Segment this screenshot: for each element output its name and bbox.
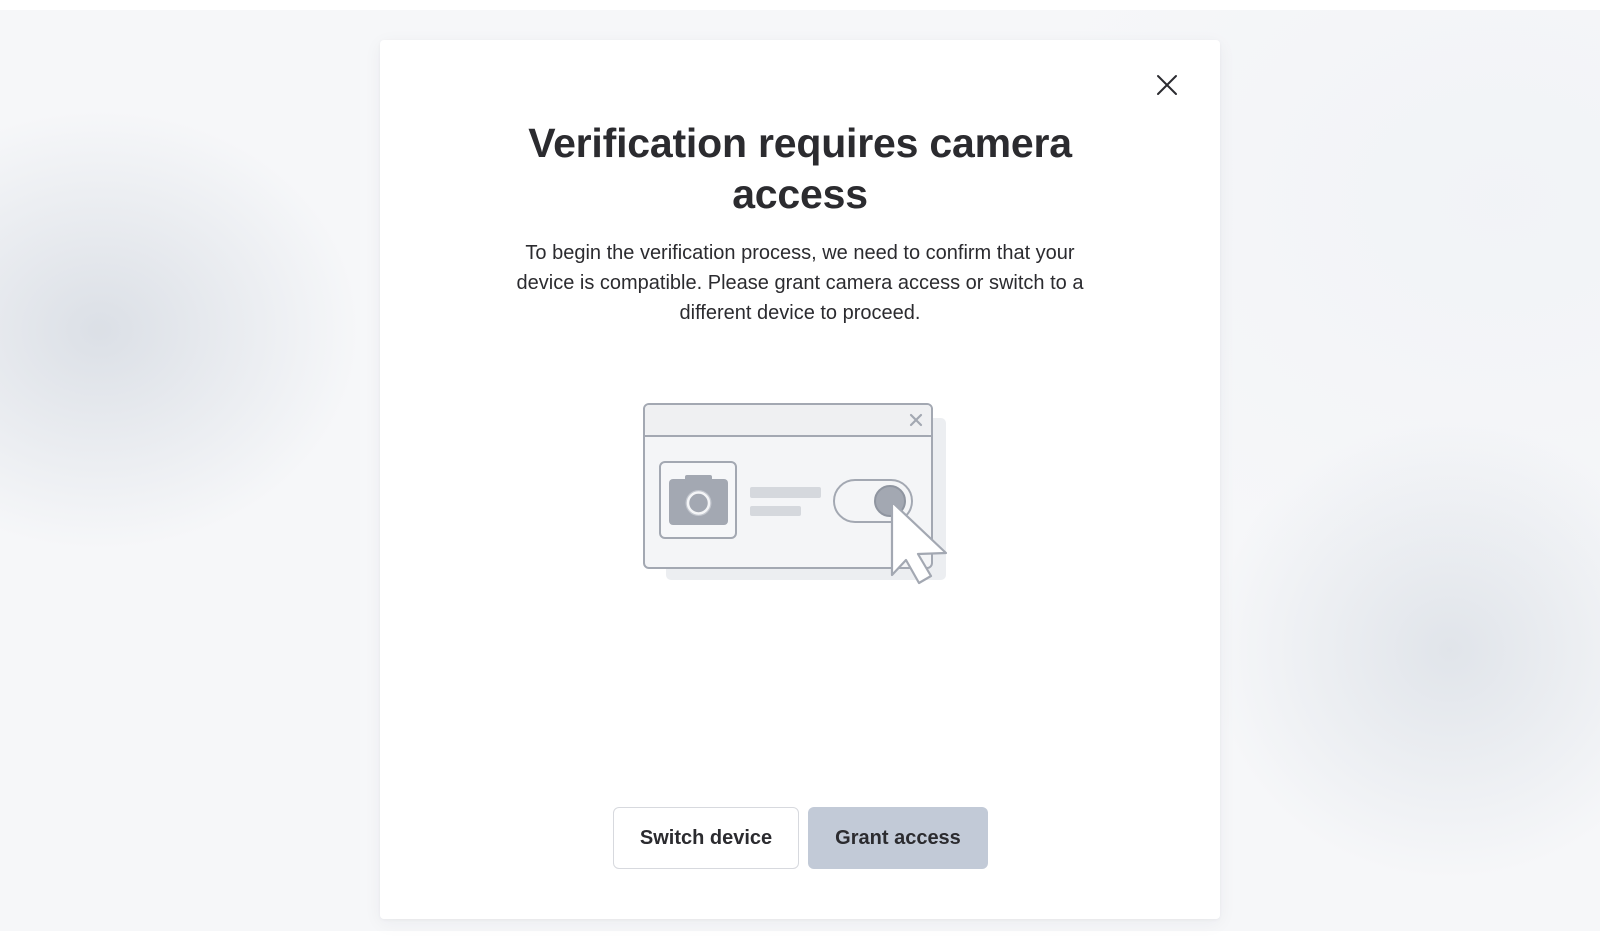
placeholder-line-long [750,487,821,498]
top-edge [0,0,1600,10]
close-button[interactable] [1150,68,1184,102]
close-icon [1157,75,1177,95]
switch-device-button[interactable]: Switch device [613,807,799,869]
camera-icon [659,461,737,539]
placeholder-line-short [750,506,801,516]
camera-access-dialog: Verification requires camera access To b… [380,40,1220,919]
camera-permission-illustration [643,403,948,585]
dialog-description: To begin the verification process, we ne… [516,242,1084,324]
bottom-edge [0,931,1600,945]
grant-access-button[interactable]: Grant access [808,807,988,869]
dialog-title: Verification requires camera access [528,120,1072,217]
